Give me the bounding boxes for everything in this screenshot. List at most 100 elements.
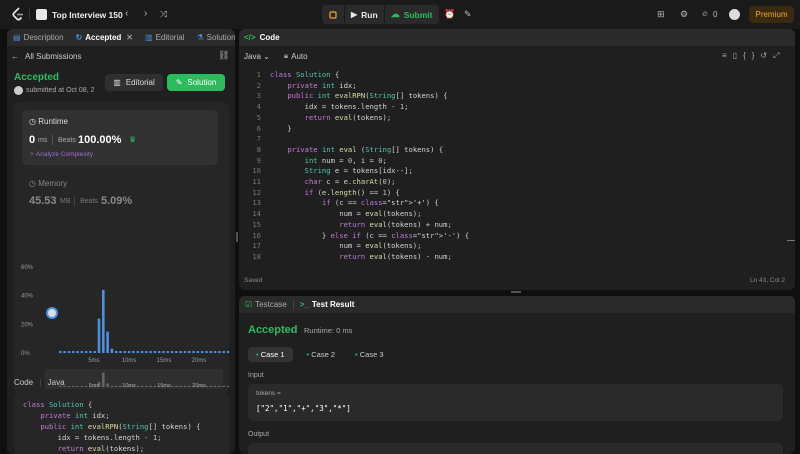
chevron-left-icon[interactable]: ‹ [125,8,128,20]
avatar[interactable] [729,9,740,20]
overview-bar [145,385,148,387]
leetcode-logo[interactable] [11,7,25,22]
memory-unit: MB [60,198,71,205]
flask-icon: ⚗ [196,33,204,42]
x-tick-label: 20ms [192,358,207,364]
line-number: 5 [256,112,261,122]
submitted-time: submitted at Oct 08, 2 [26,87,95,94]
timer-icon[interactable]: ⏰ [444,8,455,20]
overview-bar [175,385,178,387]
code-text: return eval(tokens); [304,112,392,122]
distribution-bar [209,351,213,353]
shuffle-icon[interactable]: ⤨ [160,8,167,20]
line-number: 6 [256,123,261,133]
code-text: num = eval(tokens); [270,209,422,219]
distribution-bar [157,351,161,353]
autosave-label[interactable]: Auto [291,52,307,61]
solution-button[interactable]: ✎ Solution [167,74,225,91]
editor-toolbar: Java ⌄ 🔒︎ Auto [239,47,795,65]
scrollbar[interactable] [787,240,795,241]
reset-icon[interactable]: ↺ [760,51,773,60]
language-select[interactable]: Java ⌄ [244,52,270,61]
input-var-value: ["2","1","+","3","*"] [256,404,351,413]
lock-icon: 🔒︎ [283,51,289,60]
overview-bar [222,385,225,387]
code-text: public int evalRPN(String[] tokens) { [287,91,448,101]
case-tab-3[interactable]: • Case 3 [349,347,390,362]
line-number: 10 [252,166,261,176]
output-box[interactable] [248,443,783,454]
distribution-bar [106,331,109,353]
user-avatar[interactable] [14,86,23,95]
input-box[interactable]: tokens = ["2","1","+","3","*"] [248,384,783,421]
problem-list-icon[interactable] [36,9,47,20]
output-label: Output [248,431,270,438]
vertical-splitter-handle[interactable] [236,232,238,242]
overview-bar [67,386,71,387]
divider [74,196,75,206]
layout-icon[interactable]: ⊞ [657,8,665,20]
tab-editorial[interactable]: ▥ Editorial [139,29,190,46]
run-button[interactable]: ▶ Run [345,5,384,24]
distribution-bar [119,351,122,353]
history-icon: ↻ [75,33,83,42]
trophy-icon: ♛ [129,135,137,144]
share-link-icon[interactable]: ⛓ [218,50,229,61]
tab-description[interactable]: ▤ Description [7,29,70,46]
problem-list-title[interactable]: Top Interview 150 [52,10,123,20]
case-tab-2[interactable]: • Case 2 [301,347,342,362]
x-tick-label: 5ms [88,358,99,364]
debug-button[interactable] [322,5,344,24]
line-number: 2 [256,80,261,90]
distribution-bar [226,351,230,353]
format-icon[interactable]: ≡ [722,51,733,60]
overview-bar [179,385,182,387]
expand-icon[interactable]: ⤢ [773,51,785,60]
distribution-bar [59,351,62,353]
tab-testcase[interactable]: ☑ Testcase [239,296,293,313]
note-icon[interactable]: ✎ [464,8,472,20]
test-result-panel: ☑ Testcase >_ Test Result Accepted Runtime… [239,296,795,454]
overview-bar [71,386,75,387]
bookmark-icon[interactable]: ▯ [733,51,743,60]
streak-flame-icon[interactable]: 🔥︎ [702,8,708,20]
chevron-right-icon[interactable]: › [144,8,147,20]
back-to-submissions[interactable]: ← All Submissions [7,47,235,65]
code-section-header: Code | Java [14,378,65,387]
case-tab-1[interactable]: • Case 1 [248,347,293,362]
premium-button[interactable]: Premium [749,6,794,23]
distribution-bar [149,351,152,353]
distribution-bar [63,351,66,353]
run-submit-group: ▶ Run ☁ Submit [322,5,439,24]
tab-test-result[interactable]: >_ Test Result [294,296,361,313]
horizontal-splitter-handle[interactable] [511,291,521,293]
submit-button[interactable]: ☁ Submit [385,5,439,24]
bug-icon [329,10,337,19]
runtime-unit: ms [38,137,48,144]
distribution-bar [93,351,96,353]
editorial-button[interactable]: ▥ Editorial [105,74,163,91]
overview-bar [209,385,213,387]
code-text: } else if (c == class="str">'-') { [270,230,470,240]
memory-title[interactable]: ◷ Memory [29,179,67,188]
line-number: 14 [252,209,261,219]
braces-icon[interactable]: {} [743,51,760,60]
tab-accepted[interactable]: ↻ Accepted ✕ [70,29,139,46]
distribution-bar [192,351,195,353]
overview-bar [106,383,109,387]
analyze-complexity-link[interactable]: ✧ Analyze Complexity [29,150,93,158]
distribution-bar [145,351,148,353]
overview-bar [170,385,174,387]
overview-bar [114,385,118,387]
submitted-code-block[interactable]: class Solution { private int idx; public… [14,393,229,454]
your-submission-marker[interactable] [46,307,58,319]
code-text: } [270,123,292,133]
tab-solution[interactable]: ⚗ Solution [190,29,235,46]
runtime-beats-value: 100.00% [78,134,122,146]
code-editor[interactable]: 1 class Solution {2 private int idx; 3 pub… [239,69,795,269]
case-tabs: • Case 1 • Case 2 • Case 3 [248,347,390,362]
gear-icon[interactable]: ⚙ [680,8,688,20]
chevron-down-icon: ⌄ [263,51,270,61]
code-text: String e = tokens[idx--]; [304,166,413,176]
close-icon[interactable]: ✕ [126,33,133,42]
